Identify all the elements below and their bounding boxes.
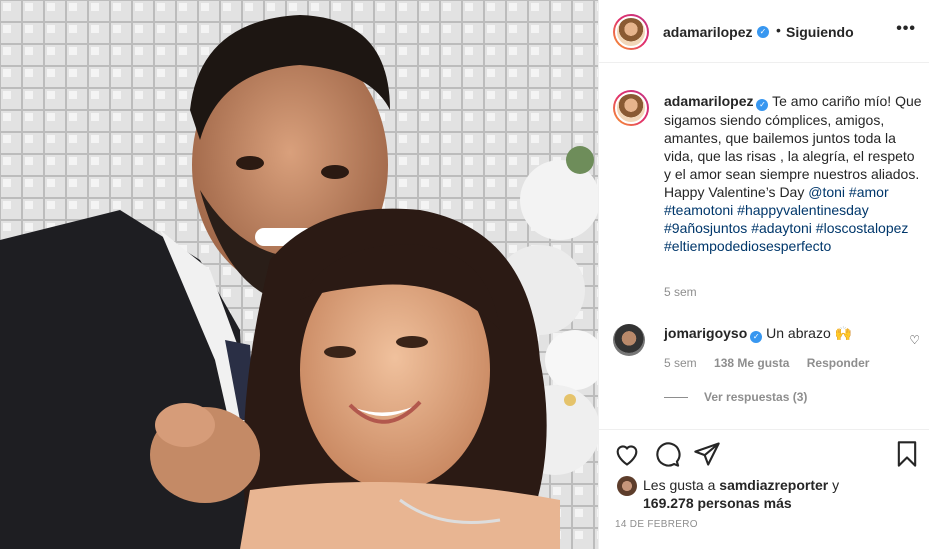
- verified-icon: ✓: [756, 99, 769, 111]
- hashtag[interactable]: #eltiempodediosesperfecto: [664, 238, 831, 254]
- post-photo[interactable]: [0, 0, 598, 549]
- caption-username[interactable]: adamarilopez: [664, 93, 753, 109]
- comment-timestamp: 5 sem: [664, 356, 697, 370]
- hashtag[interactable]: #amor: [849, 184, 889, 200]
- share-icon[interactable]: [693, 440, 721, 468]
- action-bar: [599, 429, 929, 479]
- reply-button[interactable]: Responder: [807, 356, 870, 370]
- comment-meta: 5 sem 138 Me gusta Responder: [664, 356, 883, 370]
- hashtag[interactable]: #adaytoni: [751, 220, 812, 236]
- post-sidebar: adamarilopez ✓ • Siguiendo ••• adamarilo…: [598, 0, 929, 549]
- caption-timestamp: 5 sem: [664, 285, 697, 299]
- likes-text: Les gusta a samdiazreporter y 169.278 pe…: [643, 476, 873, 512]
- comment-like-icon[interactable]: ♡: [909, 333, 920, 347]
- hashtag[interactable]: #9añosjuntos: [664, 220, 747, 236]
- hashtag[interactable]: #teamotoni: [664, 202, 733, 218]
- commenter-avatar[interactable]: [613, 324, 645, 356]
- verified-icon: ✓: [757, 26, 769, 38]
- comment-likes[interactable]: 138 Me gusta: [714, 356, 789, 370]
- replies-line: [664, 397, 688, 399]
- hashtag[interactable]: #loscostalopez: [816, 220, 909, 236]
- view-replies-button[interactable]: Ver respuestas (3): [664, 390, 807, 404]
- likes-count[interactable]: 169.278 personas más: [643, 495, 792, 511]
- following-button[interactable]: Siguiendo: [786, 24, 854, 40]
- heart-icon[interactable]: [613, 440, 641, 468]
- author-username[interactable]: adamarilopez: [663, 24, 752, 40]
- post-date[interactable]: 14 DE FEBRERO: [615, 519, 698, 530]
- separator-dot: •: [776, 22, 781, 38]
- caption-text: adamarilopez ✓ Te amo cariño mío! Que sig…: [664, 92, 922, 255]
- view-replies-label: Ver respuestas (3): [704, 390, 808, 404]
- author-avatar[interactable]: [613, 14, 649, 50]
- comment-item: jomarigoyso ✓ Un abrazo 🙌 ♡ 5 sem 138 Me …: [599, 310, 929, 410]
- verified-icon: ✓: [750, 331, 763, 343]
- caption-mention[interactable]: @toni: [808, 184, 845, 200]
- likes-joiner: y: [832, 477, 840, 493]
- caption-avatar[interactable]: [613, 90, 649, 126]
- comment-body: Un abrazo 🙌: [766, 325, 853, 341]
- liker-avatar[interactable]: [617, 476, 637, 496]
- comment-icon[interactable]: [653, 440, 681, 468]
- liker-username[interactable]: samdiazreporter: [719, 477, 828, 493]
- more-icon[interactable]: •••: [896, 20, 916, 38]
- commenter-username[interactable]: jomarigoyso: [664, 325, 747, 341]
- post-header: adamarilopez ✓ • Siguiendo •••: [599, 0, 929, 63]
- bookmark-icon[interactable]: [893, 440, 921, 468]
- comment-text: jomarigoyso ✓ Un abrazo 🙌: [664, 325, 852, 343]
- likes-prefix: Les gusta a: [643, 477, 716, 493]
- couple-photo: [0, 0, 598, 549]
- hashtag[interactable]: #happyvalentinesday: [737, 202, 869, 218]
